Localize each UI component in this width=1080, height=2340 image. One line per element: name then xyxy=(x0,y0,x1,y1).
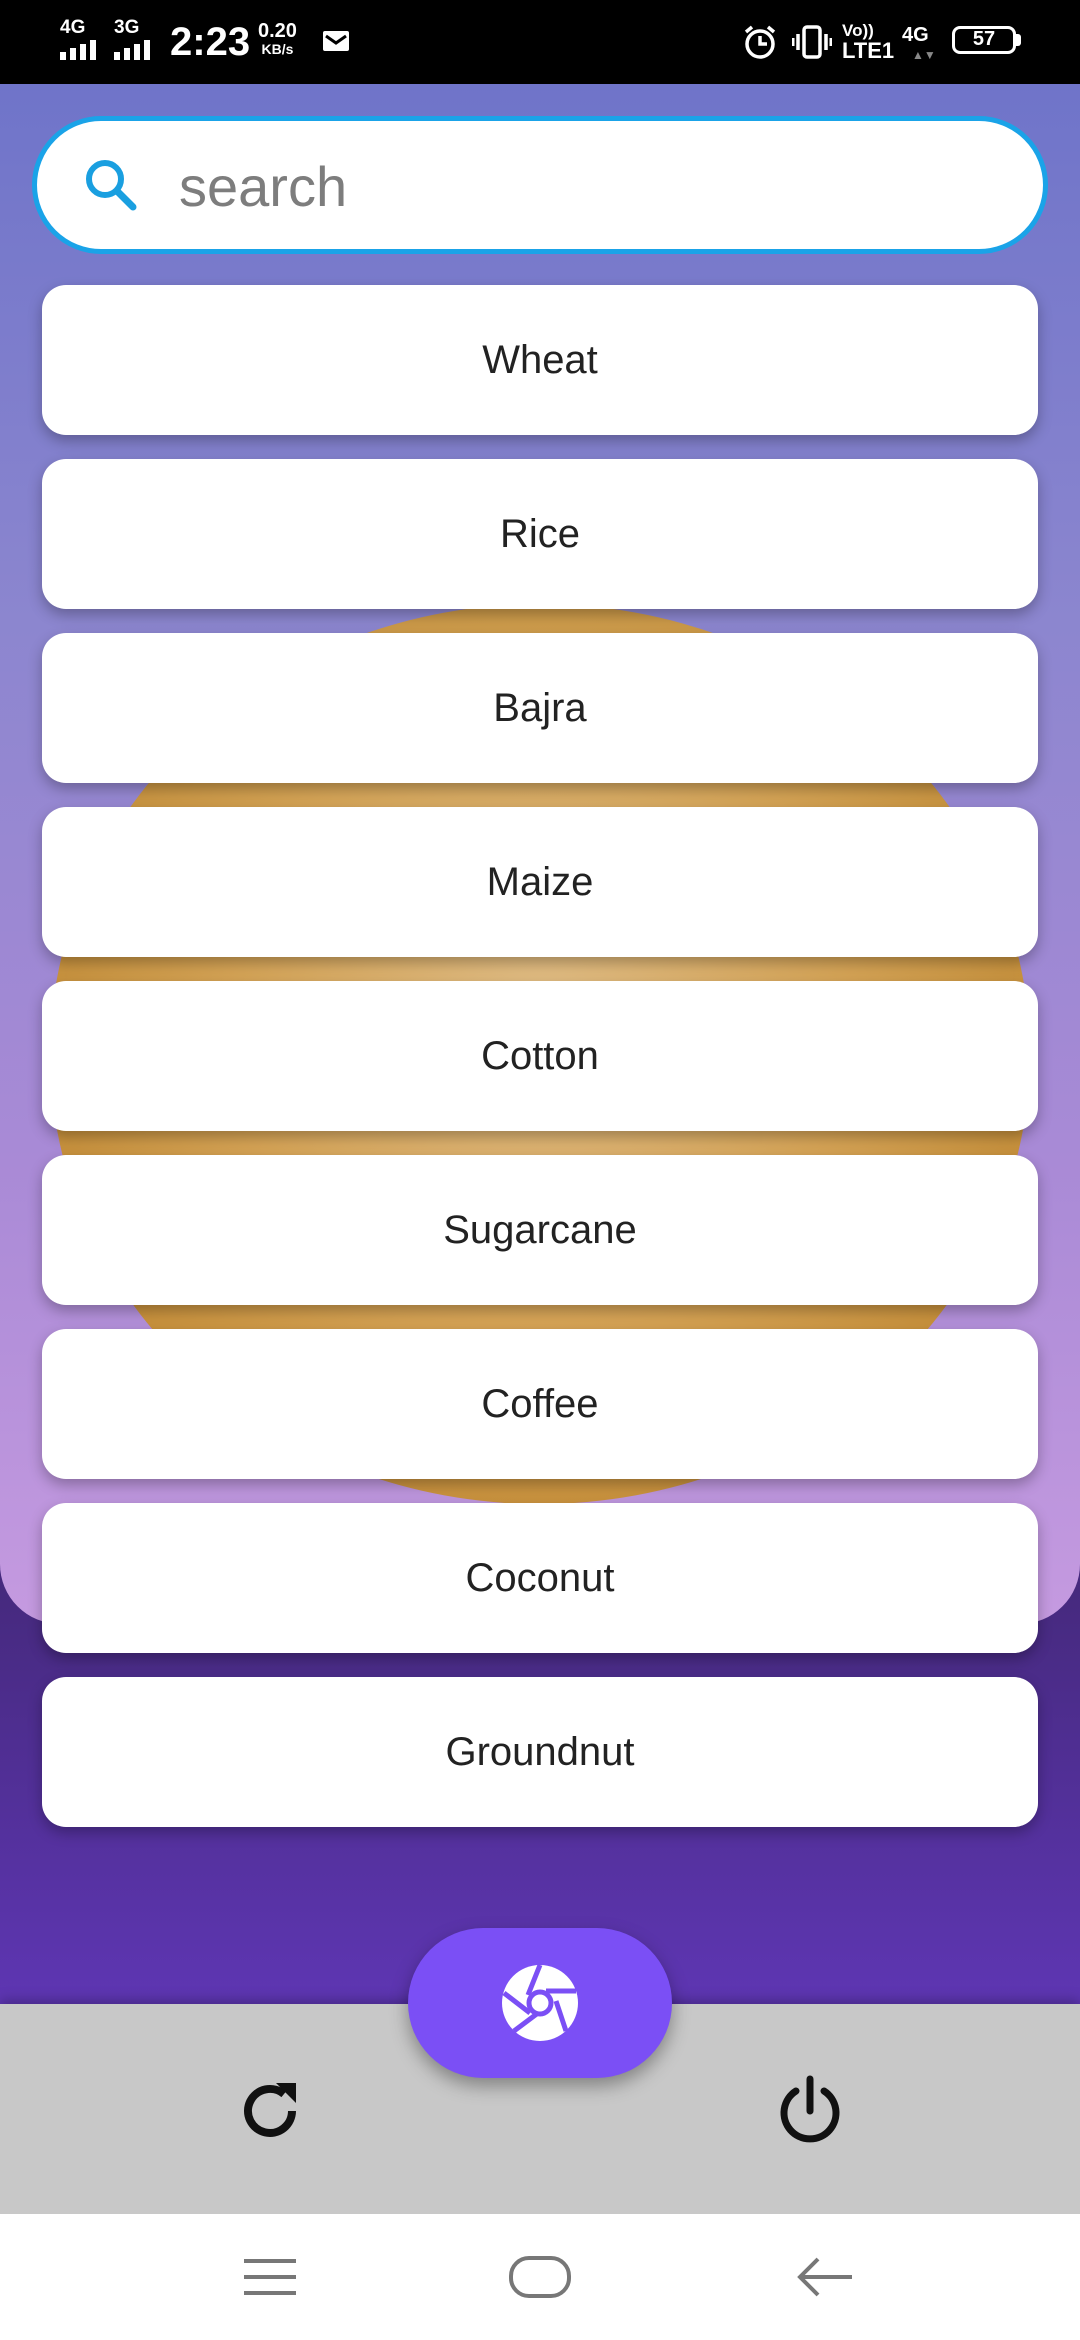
network-speed-unit: KB/s xyxy=(261,41,294,57)
back-button[interactable] xyxy=(770,2232,880,2322)
power-icon xyxy=(780,2075,840,2143)
status-bar: 4G 3G 2:23 0.20 KB/s Vo)) LTE1 4G ▲▼ 57 xyxy=(0,0,1080,84)
signal-bars-icon xyxy=(60,40,96,60)
battery-level: 57 xyxy=(972,28,996,50)
search-icon[interactable] xyxy=(79,153,143,217)
lte-label: LTE1 xyxy=(842,38,895,63)
vibrate-icon xyxy=(792,25,832,59)
network-speed: 0.20 KB/s xyxy=(258,20,297,58)
home-icon xyxy=(509,2256,571,2298)
refresh-button[interactable] xyxy=(215,2056,325,2166)
suggestion-item[interactable]: Cotton xyxy=(42,981,1038,1131)
signal-strength-2: 3G xyxy=(114,18,150,60)
suggestion-item[interactable]: Maize xyxy=(42,807,1038,957)
search-bar[interactable] xyxy=(32,116,1048,254)
suggestion-item[interactable]: Coffee xyxy=(42,1329,1038,1479)
home-button[interactable] xyxy=(485,2232,595,2322)
suggestion-item[interactable]: Coconut xyxy=(42,1503,1038,1653)
mail-icon xyxy=(323,31,349,51)
volte-label: Vo)) xyxy=(842,21,874,40)
search-input[interactable] xyxy=(177,145,1001,227)
power-button[interactable] xyxy=(755,2056,865,2166)
suggestion-list: Wheat Rice Bajra Maize Cotton Sugarcane Coffee… xyxy=(42,285,1038,1851)
menu-icon xyxy=(244,2259,296,2295)
data-network-label: 4G xyxy=(902,24,929,46)
network-speed-value: 0.20 xyxy=(258,20,297,42)
battery-tip xyxy=(1016,34,1021,46)
battery-icon: 57 xyxy=(952,26,1016,54)
suggestion-item[interactable]: Bajra xyxy=(42,633,1038,783)
suggestion-item[interactable]: Rice xyxy=(42,459,1038,609)
suggestion-item[interactable]: Sugarcane xyxy=(42,1155,1038,1305)
menu-button[interactable] xyxy=(215,2232,325,2322)
network-type-2: 3G xyxy=(114,17,140,38)
system-navigation-bar xyxy=(0,2214,1080,2340)
refresh-icon xyxy=(244,2083,296,2137)
data-activity-icon: ▲▼ xyxy=(912,48,936,62)
camera-aperture-icon xyxy=(502,1964,578,2041)
back-icon xyxy=(797,2257,852,2297)
signal-strength-1: 4G xyxy=(60,18,96,60)
volte-indicator: Vo)) LTE1 xyxy=(842,22,894,63)
network-type-1: 4G xyxy=(60,17,86,38)
alarm-icon xyxy=(744,25,776,59)
suggestion-item[interactable]: Groundnut xyxy=(42,1677,1038,1827)
suggestion-item[interactable]: Wheat xyxy=(42,285,1038,435)
clock: 2:23 xyxy=(170,20,251,64)
camera-button[interactable] xyxy=(408,1928,672,2078)
signal-bars-icon xyxy=(114,40,150,60)
